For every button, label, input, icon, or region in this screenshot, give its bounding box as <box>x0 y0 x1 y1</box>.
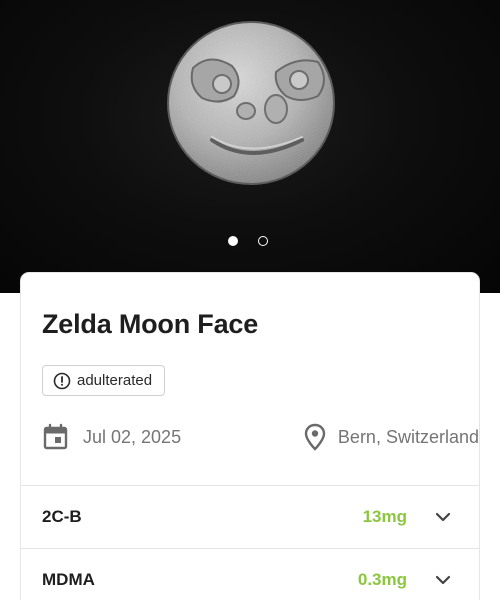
sample-date-text: Jul 02, 2025 <box>83 426 182 447</box>
page: Zelda Moon Face adulterated Jul 02, 2025 <box>0 0 500 600</box>
sample-location-text: Bern, Switzerland <box>337 426 479 447</box>
carousel-dot-2[interactable] <box>258 236 268 246</box>
substance-row[interactable]: 2C-B 13mg <box>21 486 479 548</box>
chevron-down-icon[interactable] <box>434 571 452 589</box>
sample-card: Zelda Moon Face adulterated Jul 02, 2025 <box>21 273 479 600</box>
carousel-dot-1[interactable] <box>228 236 238 246</box>
alert-circle-icon <box>53 372 71 389</box>
substance-name: MDMA <box>42 570 95 589</box>
status-badge-label: adulterated <box>77 372 153 389</box>
sample-title: Zelda Moon Face <box>42 309 259 339</box>
status-badge[interactable]: adulterated <box>42 365 166 396</box>
carousel-pagination <box>228 236 268 246</box>
calendar-icon <box>43 423 68 450</box>
sample-date: Jul 02, 2025 <box>42 423 181 451</box>
chevron-down-icon[interactable] <box>434 508 452 526</box>
substance-amount: 13mg <box>362 507 407 526</box>
substance-name: 2C-B <box>42 507 82 526</box>
pill-photo <box>167 21 335 185</box>
map-pin-icon <box>304 423 326 451</box>
photo-carousel[interactable] <box>0 0 500 293</box>
substance-amount: 0.3mg <box>357 570 407 589</box>
sample-meta: Jul 02, 2025 Bern, Switzerland <box>42 423 479 453</box>
sample-location: Bern, Switzerland <box>304 423 479 451</box>
substance-row[interactable]: MDMA 0.3mg <box>21 549 479 600</box>
